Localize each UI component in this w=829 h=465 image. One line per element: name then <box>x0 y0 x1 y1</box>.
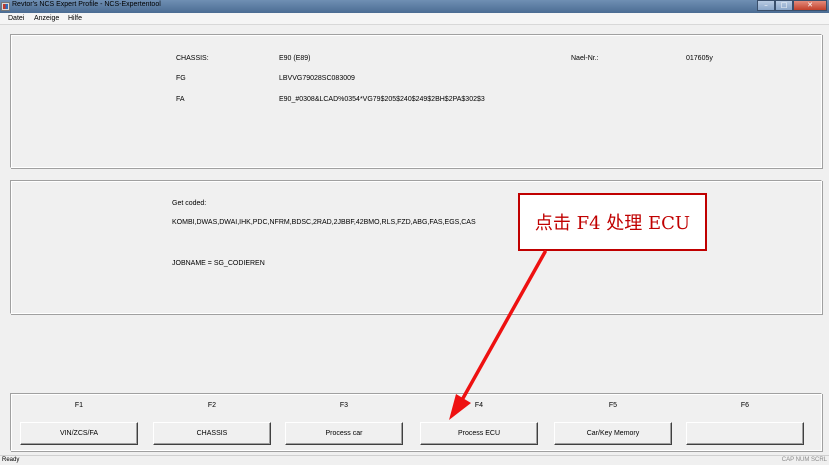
keyboard-indicators: CAP NUM SCRL <box>781 457 827 463</box>
status-text: Ready <box>2 457 20 463</box>
status-bar: Ready CAP NUM SCRL <box>0 455 829 465</box>
annotation-arrow-icon <box>449 250 547 420</box>
